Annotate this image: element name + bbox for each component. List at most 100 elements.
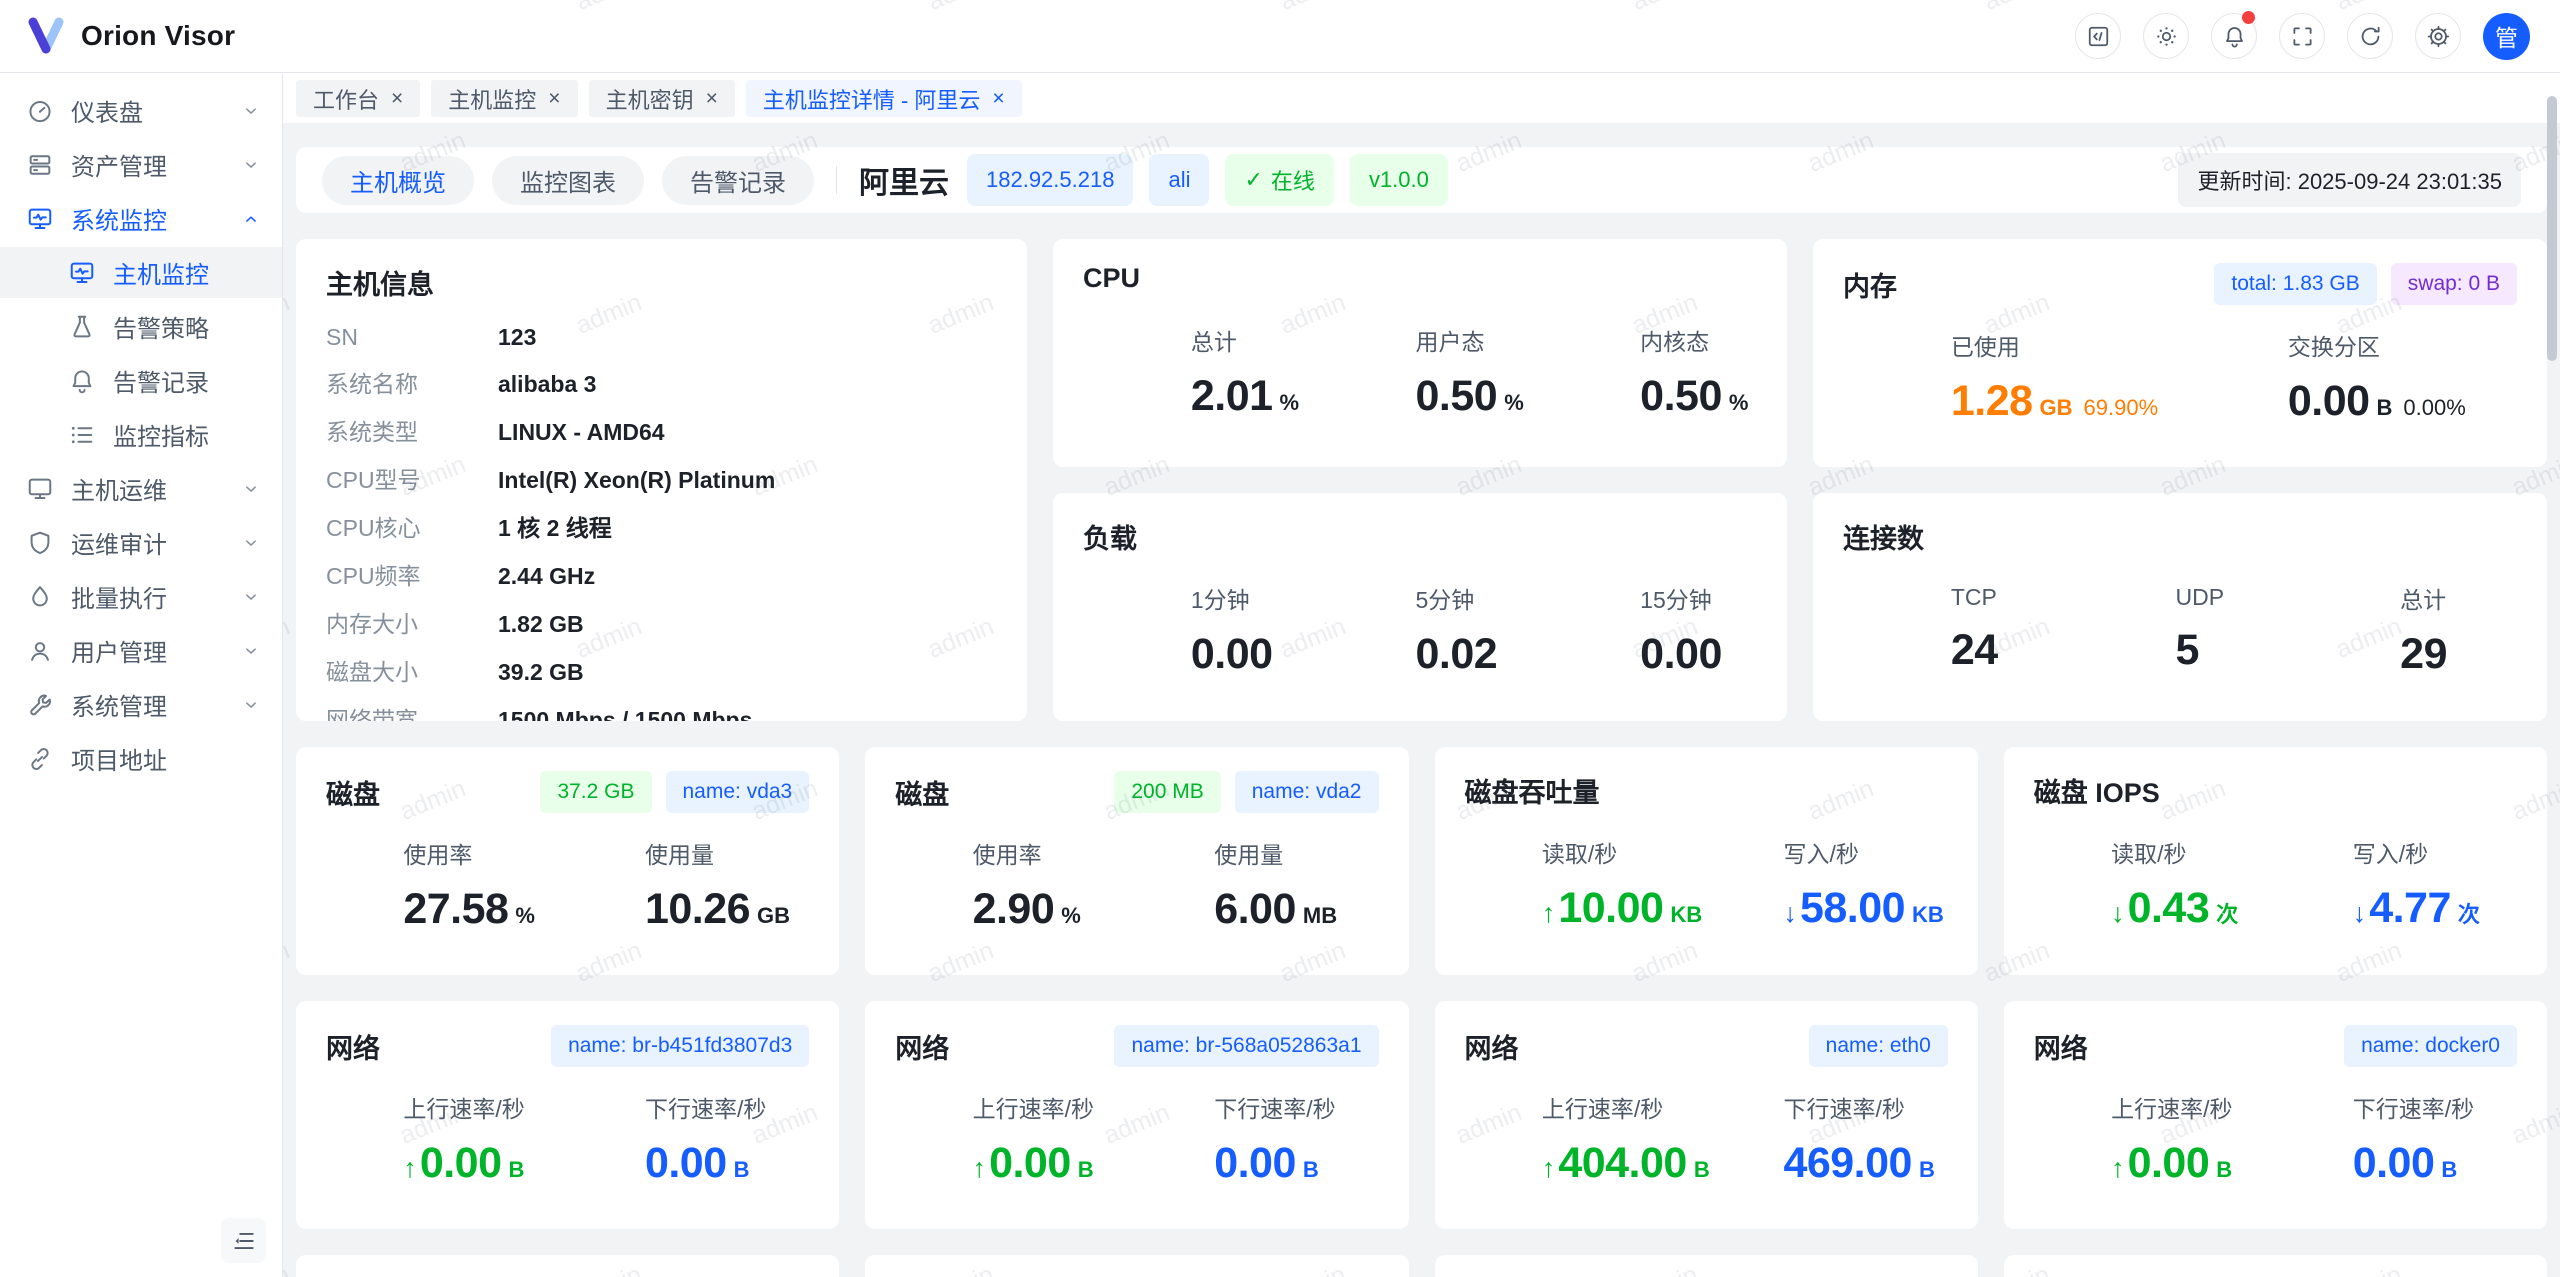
- page-tab-0[interactable]: 工作台×: [296, 80, 420, 117]
- host-info-row: CPU频率2.44 GHz: [326, 557, 997, 591]
- metric-unit: B: [1919, 1157, 1935, 1183]
- view-tab-2[interactable]: 告警记录: [662, 156, 814, 205]
- host-info-value: 123: [498, 324, 536, 351]
- card-header: 负载: [1083, 517, 1757, 556]
- code-square-icon: [2086, 24, 2111, 49]
- refresh-icon: [2358, 24, 2383, 49]
- card-title: CPU: [1083, 263, 1140, 294]
- partial-network-card-3: 网络: [2004, 1255, 2547, 1277]
- metric-value-row: ↑10.00KB: [1542, 884, 1706, 933]
- card-title: 内存: [1843, 265, 1897, 304]
- metric-value: 0.43: [2128, 884, 2210, 933]
- tab-close-icon[interactable]: ×: [548, 88, 560, 109]
- sidebar-item-6[interactable]: 用户管理: [0, 625, 282, 676]
- metrics-row: 读取/秒↑10.00KB写入/秒↓58.00KB: [1465, 816, 1948, 951]
- sidebar-item-3[interactable]: 主机运维: [0, 463, 282, 514]
- tab-close-icon[interactable]: ×: [391, 88, 403, 109]
- code-square-button[interactable]: [2075, 13, 2121, 59]
- metric-unit: %: [1729, 390, 1749, 416]
- metric-unit: B: [509, 1157, 525, 1183]
- metric-label: 读取/秒: [1542, 835, 1706, 869]
- view-tab-0[interactable]: 主机概览: [322, 156, 474, 205]
- sidebar-item-label: 项目地址: [71, 741, 167, 776]
- metric-0: 1分钟0.00: [1083, 581, 1308, 679]
- host-info-value: 39.2 GB: [498, 659, 584, 686]
- card-title: 连接数: [1843, 517, 1924, 556]
- disk-grid: 磁盘37.2 GBname: vda3 使用率27.58%使用量10.26GB 磁…: [296, 747, 2547, 975]
- arrow-down-icon: ↓: [1783, 898, 1797, 929]
- sidebar-item-2[interactable]: 系统监控: [0, 193, 282, 244]
- sidebar-collapse-button[interactable]: [221, 1218, 266, 1263]
- host-badge-3: v1.0.0: [1350, 154, 1448, 206]
- metric-value-row: 29: [2400, 630, 2517, 679]
- sidebar-item-label: 系统监控: [71, 201, 167, 236]
- page-tab-2[interactable]: 主机密钥×: [589, 80, 735, 117]
- card-header: 网络name: br-568a052863a1: [895, 1025, 1378, 1067]
- sidebar-item-5[interactable]: 批量执行: [0, 571, 282, 622]
- metric-label: 读取/秒: [2111, 835, 2275, 869]
- sidebar-item-label: 用户管理: [71, 633, 167, 668]
- theme-brightness-button[interactable]: [2143, 13, 2189, 59]
- notification-dot: [2242, 11, 2255, 24]
- host-badge-text: 182.92.5.218: [986, 167, 1114, 193]
- page-tab-3[interactable]: 主机监控详情 - 阿里云×: [746, 80, 1022, 117]
- sidebar-item-0[interactable]: 仪表盘: [0, 85, 282, 136]
- tab-close-icon[interactable]: ×: [706, 88, 718, 109]
- metric-value: 0.00: [989, 1139, 1071, 1188]
- sidebar-subitem-2-0[interactable]: 主机监控: [0, 247, 282, 298]
- card-badge-0: total: 1.83 GB: [2214, 263, 2376, 305]
- host-badge-1: ali: [1149, 154, 1209, 206]
- notification-bell-button[interactable]: [2211, 13, 2257, 59]
- sidebar-item-8[interactable]: 项目地址: [0, 733, 282, 784]
- sidebar-subitem-2-1[interactable]: 告警策略: [0, 301, 282, 352]
- orion-visor-logo-icon: [26, 16, 66, 56]
- metric-label: 上行速率/秒: [403, 1090, 567, 1124]
- page-tab-1[interactable]: 主机监控×: [431, 80, 577, 117]
- metric-value-row: 0.00B: [1214, 1139, 1378, 1188]
- card-header: 磁盘37.2 GBname: vda3: [326, 771, 809, 813]
- settings-gear-button[interactable]: [2415, 13, 2461, 59]
- metric-value: 0.00: [2353, 1139, 2435, 1188]
- view-tab-1[interactable]: 监控图表: [492, 156, 644, 205]
- fullscreen-icon: [2290, 24, 2315, 49]
- dashboard-icon: [26, 97, 54, 125]
- metric-label: TCP: [1951, 584, 2068, 611]
- sidebar-item-1[interactable]: 资产管理: [0, 139, 282, 190]
- chevron-down-icon: [240, 640, 262, 662]
- sidebar-item-4[interactable]: 运维审计: [0, 517, 282, 568]
- main-area: 工作台× 主机监控× 主机密钥× 主机监控详情 - 阿里云× 主机概览监控图表告警记录…: [283, 74, 2560, 1277]
- scrollbar-thumb[interactable]: [2547, 96, 2557, 361]
- card-title: 网络: [326, 1027, 380, 1066]
- metrics-row: 使用率27.58%使用量10.26GB: [326, 819, 809, 951]
- host-info-row: 网络带宽1500 Mbps / 1500 Mbps: [326, 701, 997, 721]
- metric-value-row: 0.00B0.00%: [2288, 377, 2517, 426]
- metric-1: 用户态0.50%: [1308, 323, 1533, 421]
- card-badges: 200 MBname: vda2: [1100, 771, 1378, 813]
- metric-value-row: 0.00B: [2353, 1139, 2517, 1188]
- metric-value-row: 5: [2176, 626, 2293, 675]
- network-card-0: 网络name: br-b451fd3807d3上行速率/秒↑0.00B下行速率/…: [296, 1001, 839, 1229]
- user-avatar[interactable]: 管: [2483, 13, 2530, 60]
- network-grid: 网络name: br-b451fd3807d3上行速率/秒↑0.00B下行速率/…: [296, 1001, 2547, 1229]
- host-badge-2: ✓在线: [1225, 154, 1333, 206]
- host-badges: 182.92.5.218 ali ✓在线 v1.0.0: [967, 154, 1448, 206]
- view-switch: 主机概览监控图表告警记录: [322, 156, 814, 205]
- fullscreen-button[interactable]: [2279, 13, 2325, 59]
- card-header: CPU: [1083, 263, 1757, 294]
- disk-iops-card: 磁盘 IOPS读取/秒↓0.43次写入/秒↓4.77次: [2004, 747, 2547, 975]
- metrics-row: 1分钟0.005分钟0.0215分钟0.00: [1083, 562, 1757, 697]
- host-info-label: 网络带宽: [326, 701, 498, 721]
- update-time: 更新时间: 2025-09-24 23:01:35: [2178, 153, 2521, 207]
- sidebar-subitem-2-2[interactable]: 告警记录: [0, 355, 282, 406]
- refresh-button[interactable]: [2347, 13, 2393, 59]
- metric-value: 0.00: [2128, 1139, 2210, 1188]
- sidebar-subitem-2-3[interactable]: 监控指标: [0, 409, 282, 460]
- sidebar-item-7[interactable]: 系统管理: [0, 679, 282, 730]
- metric-label: 交换分区: [2288, 328, 2517, 362]
- metric-label: 已使用: [1951, 328, 2180, 362]
- network-card-3: 网络name: docker0上行速率/秒↑0.00B下行速率/秒0.00B: [2004, 1001, 2547, 1229]
- connections-card: 连接数TCP24UDP5总计29: [1813, 493, 2547, 721]
- tab-close-icon[interactable]: ×: [992, 88, 1004, 109]
- link-icon: [26, 745, 54, 773]
- card-header: 磁盘吞吐量: [1465, 771, 1948, 810]
